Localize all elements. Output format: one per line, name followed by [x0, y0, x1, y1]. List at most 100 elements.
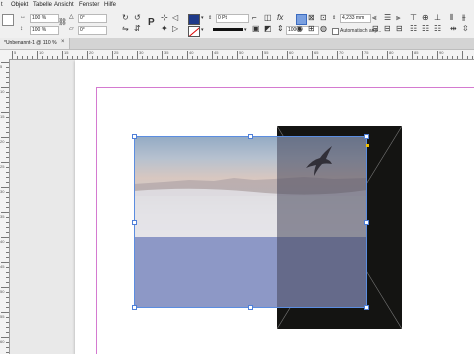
center-content-icon[interactable]: ⊞	[308, 25, 315, 33]
ruler-tick	[307, 56, 308, 59]
reference-point-icon[interactable]	[2, 14, 14, 26]
handle-bottom-left[interactable]	[132, 305, 137, 310]
document-tab[interactable]: *Unbenannt-1 @ 110 % ×	[0, 38, 70, 49]
corner-shape-icon[interactable]: ⌐	[252, 14, 257, 22]
distribute-middle-icon[interactable]: ☷	[422, 25, 429, 33]
handle-top-left[interactable]	[132, 134, 137, 139]
effects-icon[interactable]: ◩	[264, 25, 272, 33]
ruler-tick	[6, 77, 9, 78]
fit-proportional-icon[interactable]: ⊡	[320, 14, 327, 22]
align-left-icon[interactable]: ⫷	[372, 14, 377, 22]
fill-proportional-icon[interactable]: ◉	[296, 25, 303, 33]
stroke-swatch[interactable]	[188, 26, 200, 37]
ruler-tick	[6, 72, 9, 73]
text-frame-icon[interactable]: P	[148, 18, 155, 28]
menu-item-tabelle[interactable]: Tabelle	[33, 2, 52, 8]
select-next-icon[interactable]: ▷	[172, 25, 178, 33]
stroke-type-dropdown-icon[interactable]: ▾	[244, 27, 247, 33]
ruler-tick	[6, 102, 9, 103]
rotate-cw-icon[interactable]: ↻	[122, 14, 129, 22]
rotate-ccw-icon[interactable]: ↺	[134, 14, 141, 22]
ruler-tick	[6, 92, 9, 93]
menu-item-fenster[interactable]: Fenster	[79, 2, 99, 8]
ruler-tick	[247, 56, 248, 59]
ruler-tick	[132, 56, 133, 59]
ruler-tick	[177, 56, 178, 59]
menu-item-hilfe[interactable]: Hilfe	[104, 2, 116, 8]
distribute-horizontal-icon[interactable]: ⫴	[450, 14, 453, 22]
ruler-tick	[1, 237, 9, 238]
handle-bottom-center[interactable]	[248, 305, 253, 310]
stroke-dropdown-icon[interactable]: ▾	[201, 27, 204, 33]
scale-x-field[interactable]: 100 %	[30, 14, 59, 23]
stroke-weight-stepper-icon[interactable]: ⇕	[208, 15, 212, 21]
align-center-icon[interactable]: ☰	[384, 14, 391, 22]
ruler-label: 45	[214, 50, 219, 55]
ruler-tick	[332, 56, 333, 59]
content-aware-fit-icon[interactable]: ◍	[320, 25, 327, 33]
ruler-label: 10	[0, 89, 5, 94]
frame-edge-marker[interactable]	[366, 144, 369, 147]
space-vertical-icon[interactable]: ⇳	[462, 25, 469, 33]
align-top-icon[interactable]: ⊤	[410, 14, 417, 22]
handle-top-right[interactable]	[364, 134, 369, 139]
stroke-weight-field[interactable]: 0 Pt	[216, 14, 249, 23]
opacity-icon[interactable]: ◫	[264, 14, 272, 22]
ruler-tick	[327, 56, 328, 59]
horizontal-ruler[interactable]: 5 10 15 20 25 30 35 40 45 50 55 60 65 70 75 80 85 90	[0, 50, 474, 60]
distribute-vertical-icon[interactable]: ⫵	[462, 14, 466, 22]
fx-icon[interactable]: fx	[277, 14, 283, 22]
width-field[interactable]: 4,233 mm	[340, 14, 371, 23]
autofit-checkbox[interactable]	[332, 28, 339, 35]
distribute-center-icon[interactable]: ⊟	[384, 25, 391, 33]
distribute-top-icon[interactable]: ☷	[410, 25, 417, 33]
distribute-bottom-icon[interactable]: ☷	[434, 25, 441, 33]
align-bottom-icon[interactable]: ⊥	[434, 14, 441, 22]
handle-middle-right[interactable]	[364, 220, 369, 225]
menu-item-ansicht[interactable]: Ansicht	[54, 2, 74, 8]
ruler-tick	[6, 347, 9, 348]
width-stepper-icon[interactable]: ⇕	[332, 15, 336, 21]
ruler-tick	[1, 112, 9, 113]
scale-y-field[interactable]: 100 %	[30, 26, 59, 35]
flip-vertical-icon[interactable]: ⇵	[134, 25, 141, 33]
select-container-icon[interactable]: ⊹	[161, 14, 168, 22]
ruler-label: 50	[0, 289, 5, 294]
space-horizontal-icon[interactable]: ⇹	[450, 25, 457, 33]
rotate-angle-field[interactable]: 0°	[78, 14, 107, 23]
menu-item-objekt[interactable]: Objekt	[11, 2, 28, 8]
close-icon[interactable]: ×	[61, 39, 65, 45]
distribute-right-icon[interactable]: ⊟	[396, 25, 403, 33]
align-middle-icon[interactable]: ⊕	[422, 14, 429, 22]
constrain-proportions-icon[interactable]: ⛓	[58, 19, 67, 27]
fit-frame-icon[interactable]: ⊠	[308, 14, 315, 22]
fill-dropdown-icon[interactable]: ▾	[201, 15, 204, 21]
ruler-tick	[1, 87, 9, 88]
ruler-tick	[217, 56, 218, 59]
selection-bounding-box[interactable]	[134, 136, 367, 308]
handle-top-center[interactable]	[248, 134, 253, 139]
ruler-tick	[6, 292, 9, 293]
distribute-left-icon[interactable]: ⊟	[372, 25, 379, 33]
menu-item-text[interactable]: t	[1, 2, 3, 8]
fill-swatch[interactable]	[188, 14, 200, 25]
ruler-tick	[282, 56, 283, 59]
document-canvas[interactable]	[10, 60, 474, 354]
select-content-icon[interactable]: ✦	[161, 25, 168, 33]
handle-bottom-right[interactable]	[364, 305, 369, 310]
vertical-ruler[interactable]: 5 10 15 20 25 30 35 40 45 50 55 60	[0, 59, 10, 354]
flip-horizontal-icon[interactable]: ⇋	[122, 25, 129, 33]
ruler-tick	[312, 51, 313, 59]
ruler-tick	[6, 207, 9, 208]
select-previous-icon[interactable]: ◁	[172, 14, 178, 22]
shear-angle-field[interactable]: 0°	[78, 26, 107, 35]
ruler-label: 35	[0, 214, 5, 219]
ruler-label: 10	[39, 50, 44, 55]
align-right-icon[interactable]: ⫸	[396, 14, 401, 22]
opacity-stepper-icon[interactable]: ⇕	[277, 25, 284, 33]
ruler-label: 20	[89, 50, 94, 55]
drop-shadow-icon[interactable]: ▣	[252, 25, 260, 33]
ruler-tick	[17, 56, 18, 59]
handle-middle-left[interactable]	[132, 220, 137, 225]
stroke-type-preview[interactable]	[213, 28, 243, 31]
